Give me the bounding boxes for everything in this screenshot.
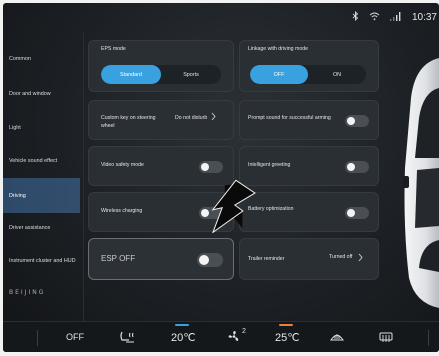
linkage-on-option[interactable]: ON bbox=[308, 65, 366, 84]
signal-icon bbox=[389, 11, 402, 24]
bluetooth-icon bbox=[352, 10, 359, 24]
sidebar-item-light[interactable]: Light bbox=[3, 113, 80, 143]
sidebar-item-driver-assistance[interactable]: Driver assistance bbox=[3, 213, 80, 243]
trailer-reminder-label: Trailer reminder bbox=[248, 256, 285, 262]
sidebar-item-driving[interactable]: Driving bbox=[3, 178, 80, 213]
settings-screen: 10:37 Common Door and window Light Vehic… bbox=[3, 3, 439, 352]
climate-divider bbox=[428, 330, 429, 346]
climate-off-button[interactable]: OFF bbox=[66, 332, 84, 342]
wireless-charging-label: Wireless charging bbox=[101, 208, 143, 214]
wifi-icon bbox=[369, 11, 380, 24]
clock: 10:37 bbox=[411, 12, 437, 23]
toggle-knob bbox=[347, 117, 355, 125]
sidebar-item-common[interactable]: Common bbox=[3, 44, 80, 74]
sidebar-item-door-and-window[interactable]: Door and window bbox=[3, 79, 80, 109]
vehicle-image bbox=[401, 58, 439, 313]
esp-off-label: ESP OFF bbox=[101, 254, 136, 263]
temp-left-indicator bbox=[175, 324, 189, 326]
status-bar: 10:37 bbox=[3, 3, 439, 31]
toggle-knob bbox=[199, 255, 209, 265]
toggle-knob bbox=[201, 209, 209, 217]
sidebar-divider bbox=[83, 33, 84, 323]
toggle-knob bbox=[347, 163, 355, 171]
brand-logo: BEIJING bbox=[9, 289, 46, 296]
prompt-sound-toggle[interactable] bbox=[345, 115, 369, 127]
eps-mode-selector[interactable]: Standard Sports bbox=[101, 65, 221, 84]
eps-sports-option[interactable]: Sports bbox=[161, 65, 221, 84]
eps-mode-label: EPS mode bbox=[101, 46, 126, 52]
battery-optimization-toggle[interactable] bbox=[345, 207, 369, 219]
rear-defrost-icon[interactable] bbox=[379, 331, 393, 345]
custom-key-card[interactable]: Custom key on steering wheel Do not dist… bbox=[88, 100, 234, 140]
intelligent-greeting-toggle[interactable] bbox=[345, 161, 369, 173]
linkage-label: Linkage with driving mode bbox=[248, 46, 308, 52]
temp-left[interactable]: 20℃ bbox=[171, 331, 196, 344]
linkage-off-option[interactable]: OFF bbox=[250, 65, 308, 84]
custom-key-chevron-icon bbox=[211, 112, 216, 123]
prompt-sound-label: Prompt sound for successful arming bbox=[248, 115, 331, 121]
video-safety-toggle[interactable] bbox=[199, 161, 223, 173]
eps-standard-option[interactable]: Standard bbox=[101, 65, 161, 84]
custom-key-label: Custom key on steering wheel bbox=[101, 115, 156, 129]
trailer-reminder-card[interactable]: Trailer reminder Turned off bbox=[239, 238, 379, 280]
fan-level: 2 bbox=[242, 328, 246, 335]
trailer-reminder-value: Turned off bbox=[329, 254, 353, 260]
video-safety-label: Video safety mode bbox=[101, 162, 144, 168]
sidebar-item-instrument-cluster-and-hud[interactable]: Instrument cluster and HUD bbox=[3, 246, 80, 276]
intelligent-greeting-label: Intelligent greeting bbox=[248, 162, 291, 168]
custom-key-value: Do not disturb bbox=[175, 115, 208, 121]
linkage-selector[interactable]: OFF ON bbox=[250, 65, 366, 84]
pointer-arrow-icon bbox=[210, 179, 256, 238]
esp-off-card: ESP OFF bbox=[88, 238, 234, 280]
toggle-knob bbox=[347, 209, 355, 217]
temp-right[interactable]: 25℃ bbox=[275, 331, 300, 344]
toggle-knob bbox=[201, 163, 209, 171]
eps-mode-card: EPS mode Standard Sports bbox=[88, 40, 234, 92]
intelligent-greeting-card: Intelligent greeting bbox=[239, 146, 379, 186]
prompt-sound-card: Prompt sound for successful arming bbox=[239, 100, 379, 140]
climate-divider bbox=[37, 330, 38, 346]
linkage-card: Linkage with driving mode OFF ON bbox=[239, 40, 379, 92]
battery-optimization-card: Battery optimization bbox=[239, 192, 379, 232]
seat-heat-icon[interactable] bbox=[119, 330, 137, 345]
sidebar-item-vehicle-sound-effect[interactable]: Vehicle sound effect bbox=[3, 146, 80, 176]
settings-sidebar: Common Door and window Light Vehicle sou… bbox=[3, 33, 81, 313]
fan-icon[interactable] bbox=[227, 330, 241, 345]
front-defrost-icon[interactable] bbox=[330, 331, 344, 345]
climate-bar: OFF 20℃ 2 25℃ bbox=[3, 321, 439, 352]
esp-off-toggle[interactable] bbox=[197, 253, 223, 267]
temp-right-indicator bbox=[279, 324, 293, 326]
trailer-reminder-chevron-icon bbox=[358, 253, 363, 264]
